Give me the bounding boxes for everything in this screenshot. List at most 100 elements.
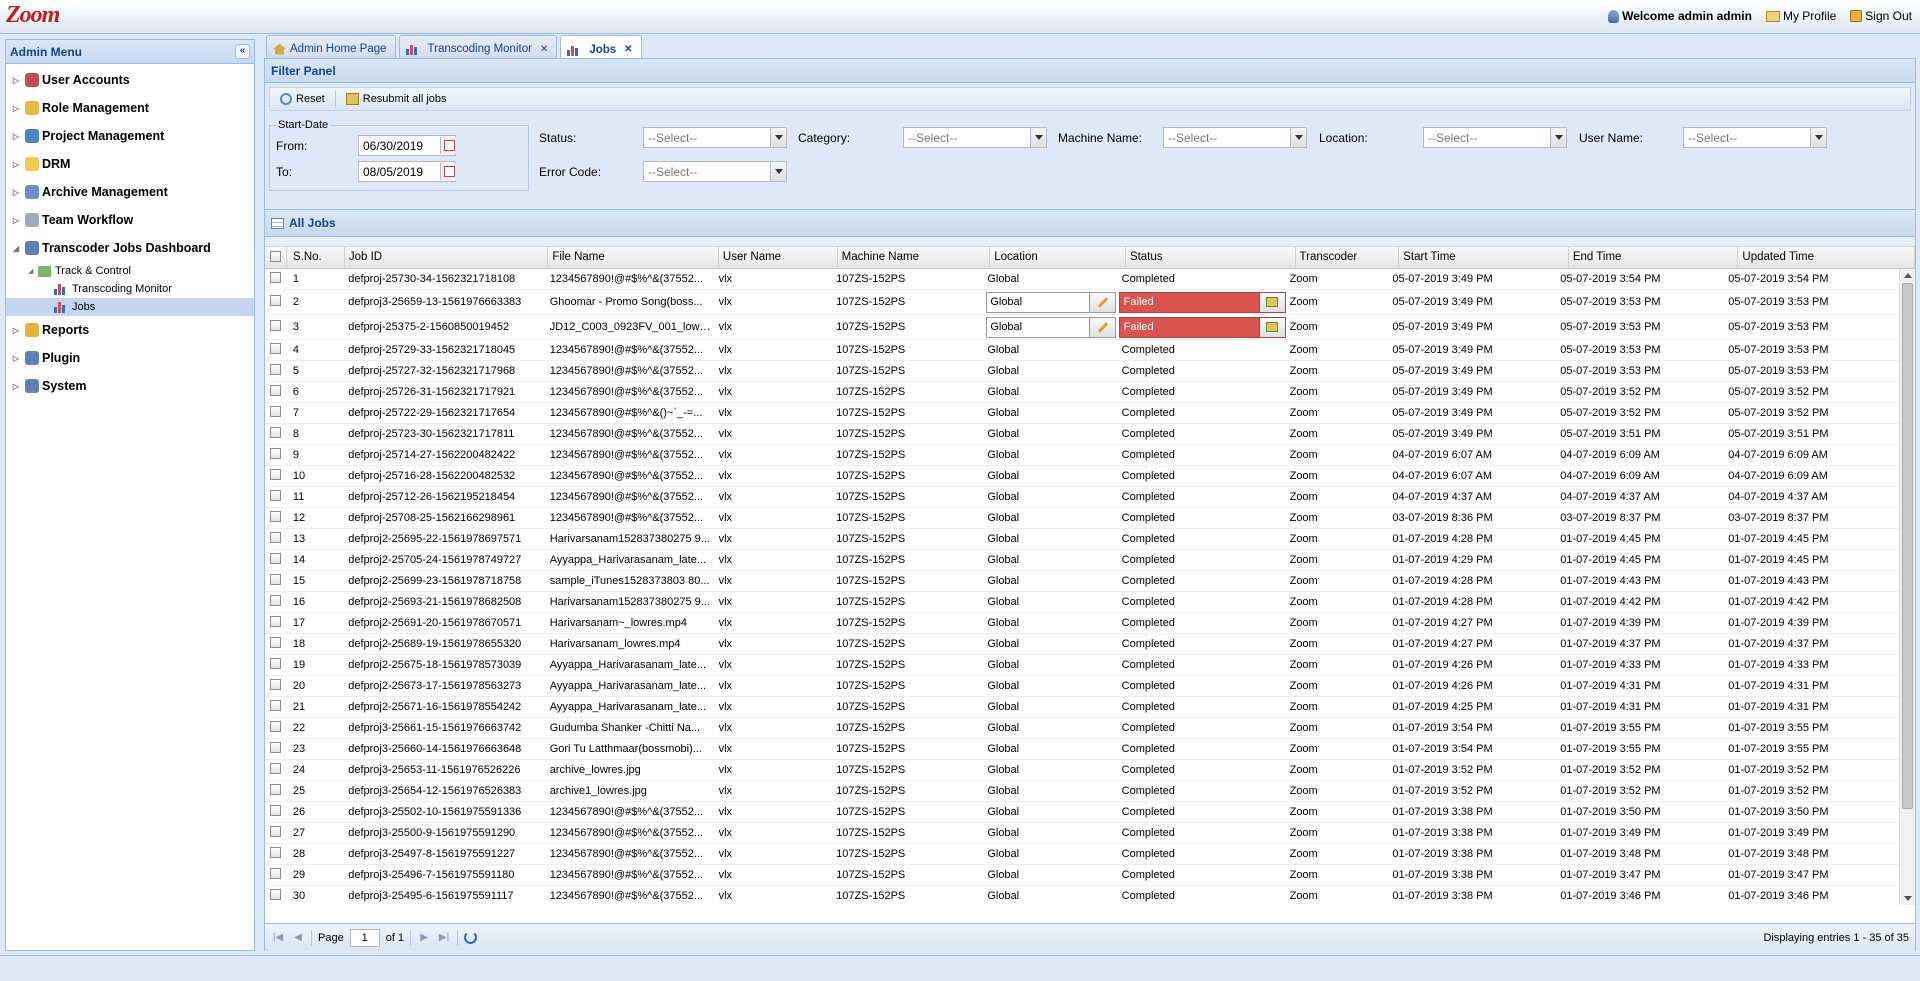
checkbox-icon[interactable] (270, 448, 281, 459)
column-header-transcoder[interactable]: Transcoder (1296, 247, 1400, 269)
sidebar-item-jobs[interactable]: Jobs (6, 298, 254, 316)
table-row[interactable]: 27 defproj3-25500-9-1561975591290 12345678… (265, 823, 1899, 844)
table-row[interactable]: 16 defproj2-25693-21-1561978682508 Harivar… (265, 592, 1899, 613)
last-page-icon[interactable]: ▶| (437, 931, 451, 945)
row-checkbox[interactable] (265, 847, 287, 861)
page-number-input[interactable]: 1 (349, 928, 380, 947)
checkbox-icon[interactable] (270, 553, 281, 564)
row-checkbox[interactable] (265, 679, 287, 693)
expanded-arrow-icon[interactable]: ◢ (28, 267, 38, 275)
checkbox-icon[interactable] (270, 637, 281, 648)
table-row[interactable]: 13 defproj2-25695-22-1561978697571 Harivar… (265, 529, 1899, 550)
refresh-icon[interactable] (464, 931, 478, 944)
expand-arrow-icon[interactable]: ▷ (10, 160, 22, 169)
column-header-start-time[interactable]: Start Time (1399, 247, 1569, 269)
checkbox-icon[interactable] (270, 742, 281, 753)
row-checkbox[interactable] (265, 511, 287, 525)
row-checkbox[interactable] (265, 763, 287, 777)
row-checkbox[interactable] (265, 427, 287, 441)
status-select[interactable]: --Select-- (643, 127, 787, 148)
checkbox-icon[interactable] (270, 826, 281, 837)
expand-arrow-icon[interactable]: ▷ (10, 76, 22, 85)
expand-arrow-icon[interactable]: ▷ (10, 354, 22, 363)
column-header-location[interactable]: Location (990, 247, 1126, 269)
expand-arrow-icon[interactable]: ▷ (10, 326, 22, 335)
location-select[interactable]: --Select-- (1423, 127, 1567, 148)
checkbox-icon[interactable] (270, 343, 281, 354)
from-date-field[interactable]: 06/30/2019 (358, 135, 456, 156)
table-row[interactable]: 11 defproj-25712-26-1562195218454 12345678… (265, 487, 1899, 508)
table-row[interactable]: 21 defproj2-25671-16-1561978554242 Ayyappa… (265, 697, 1899, 718)
row-checkbox[interactable] (265, 343, 287, 357)
row-checkbox[interactable] (265, 385, 287, 399)
sidebar-item-user-accounts[interactable]: ▷ User Accounts (6, 66, 254, 94)
checkbox-icon[interactable] (270, 784, 281, 795)
error-code-select[interactable]: --Select-- (643, 161, 787, 182)
row-checkbox[interactable] (265, 272, 287, 286)
close-icon[interactable]: ✕ (540, 44, 548, 55)
table-row[interactable]: 10 defproj-25716-28-1562200482532 12345678… (265, 466, 1899, 487)
sidebar-item-plugin[interactable]: ▷ Plugin (6, 344, 254, 372)
checkbox-icon[interactable] (270, 574, 281, 585)
calendar-icon[interactable] (440, 137, 456, 154)
row-checkbox[interactable] (265, 490, 287, 504)
expand-arrow-icon[interactable]: ▷ (10, 104, 22, 113)
chevron-down-icon[interactable] (1810, 128, 1826, 147)
tab-admin-home[interactable]: Admin Home Page (266, 35, 396, 58)
checkbox-icon[interactable] (270, 721, 281, 732)
checkbox-icon[interactable] (270, 511, 281, 522)
calendar-icon[interactable] (440, 163, 456, 180)
row-checkbox[interactable] (265, 742, 287, 756)
table-row[interactable]: 3 defproj-25375-2-1560850019452 JD12_C003_… (265, 315, 1899, 340)
expand-arrow-icon[interactable]: ▷ (10, 188, 22, 197)
checkbox-icon[interactable] (270, 320, 281, 331)
expand-arrow-icon[interactable]: ▷ (10, 132, 22, 141)
resubmit-job-button[interactable] (1258, 292, 1285, 312)
sidebar-item-drm[interactable]: ▷ DRM (6, 150, 254, 178)
checkbox-icon[interactable] (270, 427, 281, 438)
table-row[interactable]: 4 defproj-25729-33-1562321718045 123456789… (265, 340, 1899, 361)
row-checkbox[interactable] (265, 700, 287, 714)
table-row[interactable]: 19 defproj2-25675-18-1561978573039 Ayyappa… (265, 655, 1899, 676)
row-checkbox[interactable] (265, 448, 287, 462)
edit-button[interactable] (1089, 292, 1116, 312)
location-edit-field[interactable]: Global (986, 316, 1117, 338)
sidebar-item-transcoder-jobs-dashboard[interactable]: ◢ Transcoder Jobs Dashboard (6, 234, 254, 262)
column-header-file-name[interactable]: File Name (548, 247, 719, 269)
my-profile-link[interactable]: My Profile (1765, 9, 1836, 23)
next-page-icon[interactable]: ▶ (417, 931, 431, 945)
checkbox-icon[interactable] (270, 251, 281, 262)
table-row[interactable]: 12 defproj-25708-25-1562166298961 12345678… (265, 508, 1899, 529)
chevron-down-icon[interactable] (770, 128, 786, 147)
checkbox-icon[interactable] (270, 295, 281, 306)
checkbox-icon[interactable] (270, 616, 281, 627)
collapse-panel-button[interactable]: « (235, 44, 250, 59)
table-row[interactable]: 9 defproj-25714-27-1562200482422 123456789… (265, 445, 1899, 466)
checkbox-icon[interactable] (270, 658, 281, 669)
table-row[interactable]: 1 defproj-25730-34-1562321718108 123456789… (265, 269, 1899, 290)
table-row[interactable]: 20 defproj2-25673-17-1561978563273 Ayyappa… (265, 676, 1899, 697)
sidebar-item-track-control[interactable]: ◢ Track & Control (6, 262, 254, 280)
column-header-end-time[interactable]: End Time (1569, 247, 1739, 269)
expanded-arrow-icon[interactable]: ◢ (10, 244, 22, 253)
table-row[interactable]: 15 defproj2-25699-23-1561978718758 sample_… (265, 571, 1899, 592)
column-header-updated-time[interactable]: Updated Time (1738, 247, 1915, 269)
row-checkbox[interactable] (265, 637, 287, 651)
sidebar-item-transcoding-monitor[interactable]: Transcoding Monitor (6, 280, 254, 298)
table-row[interactable]: 23 defproj3-25660-14-1561976663648 Gori Tu… (265, 739, 1899, 760)
sidebar-item-team-workflow[interactable]: ▷ Team Workflow (6, 206, 254, 234)
checkbox-icon[interactable] (270, 679, 281, 690)
row-checkbox[interactable] (265, 553, 287, 567)
checkbox-icon[interactable] (270, 272, 281, 283)
row-checkbox[interactable] (265, 826, 287, 840)
scroll-up-icon[interactable] (1904, 273, 1912, 278)
chevron-down-icon[interactable] (1290, 128, 1306, 147)
chevron-down-icon[interactable] (1550, 128, 1566, 147)
table-row[interactable]: 22 defproj3-25661-15-1561976663742 Gudumba… (265, 718, 1899, 739)
row-checkbox[interactable] (265, 784, 287, 798)
checkbox-icon[interactable] (270, 868, 281, 879)
row-checkbox[interactable] (265, 658, 287, 672)
column-header-status[interactable]: Status (1126, 247, 1296, 269)
checkbox-icon[interactable] (270, 406, 281, 417)
expand-arrow-icon[interactable]: ▷ (10, 216, 22, 225)
